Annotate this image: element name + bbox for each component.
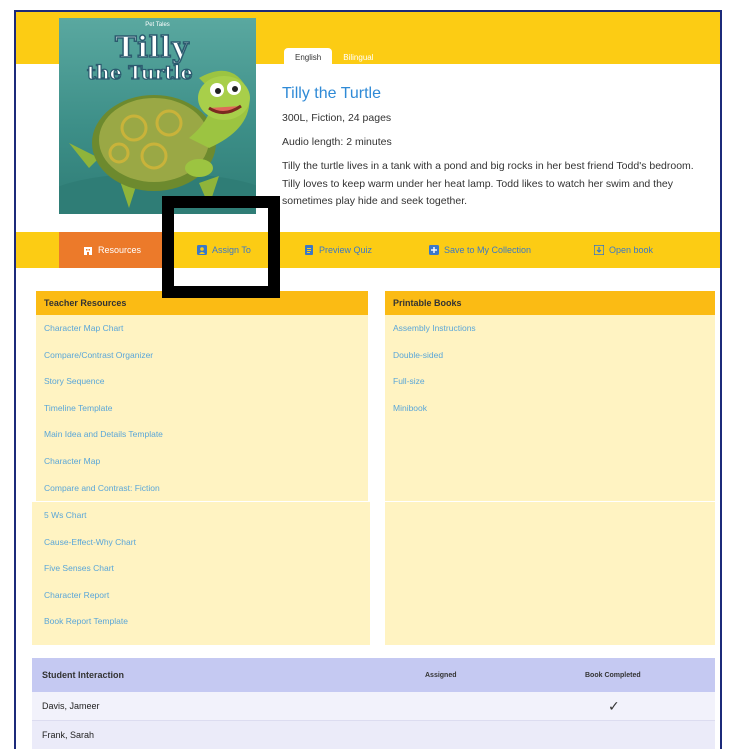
assigned-column-header: Assigned (425, 671, 457, 679)
audio-length: Audio length: 2 minutes (282, 136, 392, 148)
resource-link[interactable]: 5 Ws Chart (32, 502, 370, 529)
resource-link[interactable]: Compare/Contrast Organizer (36, 342, 368, 369)
printable-books-continued (385, 502, 715, 645)
student-rows: Davis, Jameer ✓ Frank, Sarah (32, 692, 715, 749)
book-header: Pet Tales Tilly the Turtle Jackie Jacobs… (16, 12, 720, 232)
teacher-resources-continued: 5 Ws Chart Cause-Effect-Why Chart Five S… (32, 502, 370, 645)
open-book-label: Open book (609, 245, 654, 255)
check-icon: ✓ (608, 697, 620, 714)
student-interaction-header: Student Interaction Assigned Book Comple… (32, 658, 715, 692)
book-meta: 300L, Fiction, 24 pages (282, 112, 392, 124)
resource-link[interactable]: Character Report (32, 582, 370, 609)
open-book-button[interactable]: Open book (593, 232, 654, 268)
tab-english[interactable]: English (284, 48, 333, 66)
printable-link[interactable]: Full-size (385, 368, 715, 395)
printable-link[interactable]: Double-sided (385, 342, 715, 369)
book-completed-column-header: Book Completed (585, 671, 641, 679)
language-tabs: English Bilingual (284, 48, 385, 66)
book-detail-page: Pet Tales Tilly the Turtle Jackie Jacobs… (14, 10, 722, 749)
resource-link[interactable]: Five Senses Chart (32, 555, 370, 582)
resource-link[interactable]: Main Idea and Details Template (36, 421, 368, 448)
preview-quiz-button[interactable]: Preview Quiz (304, 232, 372, 268)
resource-link[interactable]: Character Map Chart (36, 315, 368, 342)
cover-title-line1: Tilly (114, 29, 189, 65)
highlight-box (162, 196, 280, 298)
resource-link[interactable]: Cause-Effect-Why Chart (32, 529, 370, 556)
book-description: Tilly the turtle lives in a tank with a … (282, 160, 694, 207)
student-interaction-heading: Student Interaction (42, 670, 125, 680)
resource-link[interactable]: Story Sequence (36, 368, 368, 395)
resource-link[interactable]: Compare and Contrast: Fiction (36, 475, 368, 502)
resource-link[interactable]: Timeline Template (36, 395, 368, 422)
book-cover[interactable]: Pet Tales Tilly the Turtle Jackie Jacobs (59, 18, 256, 214)
resources-label: Resources (97, 245, 142, 255)
plus-square-icon (429, 245, 439, 255)
save-to-collection-button[interactable]: Save to My Collection (429, 232, 531, 268)
student-name: Davis, Jameer (42, 701, 100, 711)
cover-title-line2: the Turtle (86, 61, 193, 84)
table-row[interactable]: Davis, Jameer ✓ (32, 692, 715, 721)
printable-link[interactable]: Assembly Instructions (385, 315, 715, 342)
preview-quiz-label: Preview Quiz (319, 245, 373, 255)
teacher-resources-panel: Teacher Resources Character Map Chart Co… (36, 291, 368, 501)
document-icon (304, 245, 314, 255)
save-to-collection-label: Save to My Collection (444, 245, 532, 255)
book-title: Tilly the Turtle (282, 85, 381, 102)
open-book-icon (593, 244, 605, 256)
resource-link[interactable]: Character Map (36, 448, 368, 475)
printable-books-panel: Printable Books Assembly Instructions Do… (385, 291, 715, 501)
printable-books-heading: Printable Books (385, 291, 715, 315)
printable-link[interactable]: Minibook (385, 395, 715, 422)
building-icon (83, 245, 93, 255)
cover-series: Pet Tales (145, 22, 170, 28)
resources-button[interactable]: Resources (59, 232, 165, 268)
resource-link[interactable]: Book Report Template (32, 608, 370, 635)
table-row[interactable]: Frank, Sarah (32, 721, 715, 749)
tab-bilingual[interactable]: Bilingual (332, 48, 384, 66)
student-interaction-table: Student Interaction Assigned Book Comple… (32, 658, 715, 749)
action-bar: Resources Assign To Preview Quiz Save to… (16, 232, 720, 268)
student-name: Frank, Sarah (42, 730, 95, 740)
